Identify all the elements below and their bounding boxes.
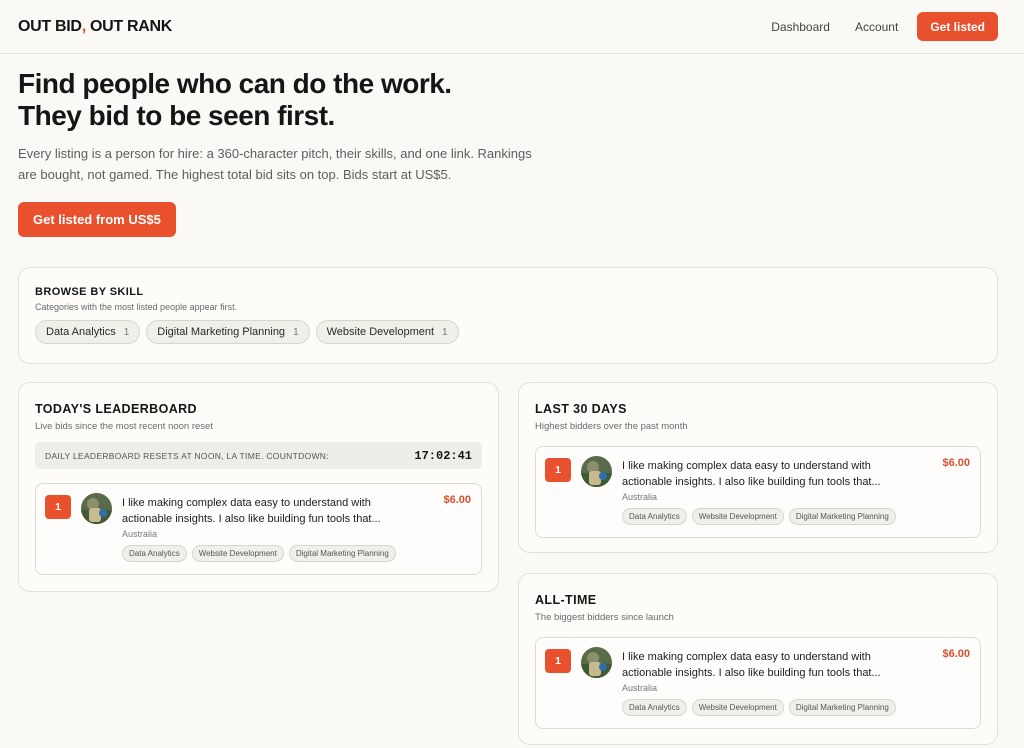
entry-body: I like making complex data easy to under… [622, 649, 922, 716]
bid-amount: $6.00 [942, 457, 970, 469]
pitch-line2: actionable insights. I also like buildin… [122, 513, 381, 525]
hero-get-listed-button[interactable]: Get listed from US$5 [18, 202, 176, 237]
entry-location: Australia [622, 492, 658, 502]
hero-section: Find people who can do the work. They bi… [18, 68, 718, 237]
skill-tag[interactable]: Digital Marketing Planning [288, 545, 396, 562]
hero-title-line2: They bid to be seen first. [18, 100, 335, 131]
entry-location: Australia [122, 529, 158, 539]
skill-tag[interactable]: Digital Marketing Planning [788, 508, 896, 525]
all-time-card: ALL-TIME The biggest bidders since launc… [518, 573, 998, 745]
skill-chip-digital-marketing-planning[interactable]: Digital Marketing Planning 1 [146, 320, 310, 344]
pitch-line1: I like making complex data easy to under… [622, 651, 871, 663]
brand-part1: OUT BID [18, 17, 82, 35]
todays-leaderboard-subtitle: Live bids since the most recent noon res… [35, 421, 213, 432]
skill-chip-label: Digital Marketing Planning [157, 326, 286, 338]
entry-location: Australia [622, 683, 658, 693]
hero-description: Every listing is a person for hire: a 36… [18, 146, 532, 182]
skill-tag[interactable]: Website Development [691, 508, 784, 525]
skill-chip-count: 1 [442, 326, 448, 338]
rank-badge: 1 [545, 649, 571, 673]
todays-leaderboard-card: TODAY'S LEADERBOARD Live bids since the … [18, 382, 499, 592]
entry-body: I like making complex data easy to under… [622, 458, 922, 525]
all-time-subtitle: The biggest bidders since launch [535, 612, 674, 623]
entry-body: I like making complex data easy to under… [122, 495, 422, 562]
last-30-days-title: LAST 30 DAYS [535, 402, 627, 416]
browse-by-skill-card: BROWSE BY SKILL Categories with the most… [18, 267, 998, 364]
entry-pitch: I like making complex data easy to under… [122, 495, 422, 527]
entry-pitch: I like making complex data easy to under… [622, 458, 922, 490]
skill-chip-count: 1 [293, 326, 299, 338]
nav-dashboard-link[interactable]: Dashboard [771, 20, 830, 34]
reset-countdown-bar: DAILY LEADERBOARD RESETS AT NOON, LA TIM… [35, 442, 482, 469]
bid-amount: $6.00 [942, 648, 970, 660]
hero-title: Find people who can do the work. They bi… [18, 68, 718, 132]
rank-badge: 1 [545, 458, 571, 482]
entry-tag-list: Data Analytics Website Development Digit… [622, 699, 922, 716]
last-30-days-card: LAST 30 DAYS Highest bidders over the pa… [518, 382, 998, 553]
skill-chip-label: Data Analytics [46, 326, 116, 338]
hero-title-line1: Find people who can do the work. [18, 68, 452, 99]
rank-badge: 1 [45, 495, 71, 519]
todays-leaderboard-title: TODAY'S LEADERBOARD [35, 402, 197, 416]
leaderboard-entry[interactable]: 1 I like making complex data easy to und… [535, 446, 981, 538]
avatar [581, 456, 612, 487]
skill-chip-count: 1 [123, 326, 130, 338]
skill-chip-list: Data Analytics 1 Digital Marketing Plann… [35, 320, 981, 344]
countdown-timer: 17:02:41 [414, 448, 472, 463]
entry-pitch: I like making complex data easy to under… [622, 649, 922, 681]
main-nav: Dashboard Account Get listed [746, 12, 998, 41]
pitch-line1: I like making complex data easy to under… [122, 497, 371, 509]
avatar [81, 493, 112, 524]
skill-tag[interactable]: Digital Marketing Planning [788, 699, 896, 716]
skill-chip-website-development[interactable]: Website Development 1 [315, 320, 459, 344]
nav-account-link[interactable]: Account [855, 20, 898, 34]
skill-chip-data-analytics[interactable]: Data Analytics 1 [35, 320, 141, 344]
countdown-label: DAILY LEADERBOARD RESETS AT NOON, LA TIM… [45, 450, 329, 461]
skill-tag[interactable]: Data Analytics [622, 699, 687, 716]
skill-tag[interactable]: Data Analytics [622, 508, 687, 525]
skills-subtitle: Categories with the most listed people a… [35, 302, 238, 312]
skill-tag[interactable]: Website Development [191, 545, 284, 562]
brand-part2: OUT RANK [85, 17, 173, 35]
get-listed-button[interactable]: Get listed [917, 12, 998, 41]
all-time-title: ALL-TIME [535, 593, 597, 607]
pitch-line2: actionable insights. I also like buildin… [622, 667, 881, 679]
top-bar: OUT BID, OUT RANK Dashboard Account Get … [0, 0, 1024, 54]
skill-tag[interactable]: Website Development [691, 699, 784, 716]
leaderboard-entry[interactable]: 1 I like making complex data easy to und… [535, 637, 981, 729]
brand-logo[interactable]: OUT BID, OUT RANK [18, 18, 172, 36]
skill-tag[interactable]: Data Analytics [122, 545, 187, 562]
skill-chip-label: Website Development [326, 326, 435, 338]
leaderboard-entry[interactable]: 1 I like making complex data easy to und… [35, 483, 482, 575]
entry-tag-list: Data Analytics Website Development Digit… [122, 545, 422, 562]
entry-tag-list: Data Analytics Website Development Digit… [622, 508, 922, 525]
pitch-line1: I like making complex data easy to under… [622, 460, 871, 472]
bid-amount: $6.00 [443, 494, 471, 506]
avatar [581, 647, 612, 678]
last-30-days-subtitle: Highest bidders over the past month [535, 421, 688, 432]
skills-title: BROWSE BY SKILL [35, 286, 144, 298]
pitch-line2: actionable insights. I also like buildin… [622, 476, 881, 488]
